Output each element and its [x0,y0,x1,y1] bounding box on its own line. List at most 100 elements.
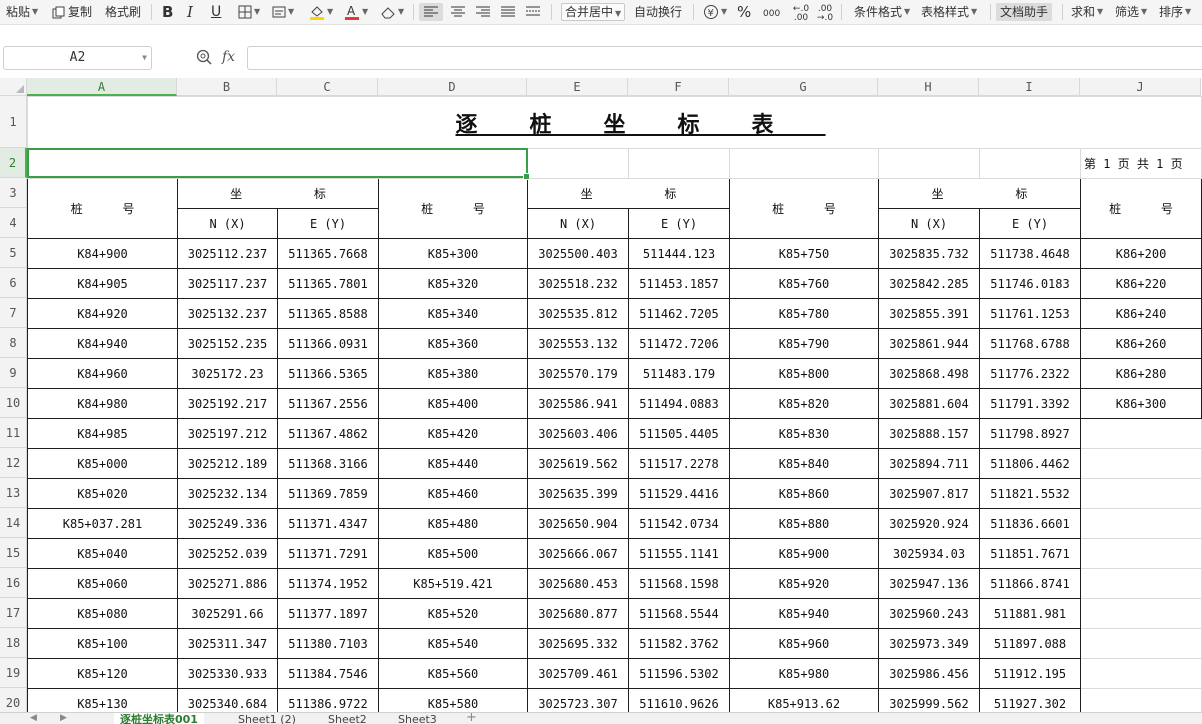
table-cell[interactable]: 511483.179 [628,358,730,389]
table-cell[interactable]: 511821.5532 [979,478,1081,509]
header-nx[interactable]: N (X) [527,208,629,239]
table-cell[interactable]: 511367.2556 [277,388,379,419]
copy-button[interactable]: 复制 [52,3,92,21]
table-cell[interactable]: K85+960 [729,628,879,659]
table-cell[interactable] [1079,568,1202,599]
percent-icon[interactable]: % [737,3,751,21]
decrease-decimal-icon[interactable]: .00 →.0 [813,5,837,23]
table-cell[interactable]: 3025570.179 [527,358,629,389]
page-info[interactable]: 第 1 页 共 1 页 [1079,148,1202,179]
table-cell[interactable] [1079,478,1202,509]
table-cell[interactable]: 511798.8927 [979,418,1081,449]
paste-button[interactable]: 粘贴 ▼ [6,3,38,21]
table-cell[interactable]: 511505.4405 [628,418,730,449]
table-cell[interactable]: K85+037.281 [27,508,178,539]
table-cell[interactable]: 511746.0183 [979,268,1081,299]
cell-A2[interactable] [27,148,528,179]
sheet-title[interactable]: 逐桩坐标表 [26,96,1202,149]
table-cell[interactable]: 511582.3762 [628,628,730,659]
column-header[interactable]: I [979,78,1080,96]
align-right-button[interactable] [475,3,491,21]
table-cell[interactable] [1079,598,1202,629]
column-header[interactable]: B [177,78,277,96]
table-cell[interactable]: 3025835.732 [878,238,980,269]
add-sheet-icon[interactable]: + [466,713,477,724]
table-cell[interactable] [1079,658,1202,689]
table-cell[interactable]: K85+100 [27,628,178,659]
table-cell[interactable]: 3025619.562 [527,448,629,479]
table-cell[interactable]: K85+580 [378,688,528,712]
table-cell[interactable]: K84+940 [27,328,178,359]
table-cell[interactable]: K85+080 [27,598,178,629]
table-cell[interactable]: 3025132.237 [177,298,278,329]
table-cell[interactable]: 511386.9722 [277,688,379,712]
row-header[interactable]: 17 [0,598,27,628]
italic-icon[interactable]: I [187,3,193,21]
table-cell[interactable]: 511881.981 [979,598,1081,629]
row-header[interactable]: 15 [0,538,27,568]
table-cell[interactable]: 3025311.347 [177,628,278,659]
table-cell[interactable]: 3025723.307 [527,688,629,712]
table-cell[interactable]: K86+200 [1079,238,1202,269]
table-cell[interactable]: 511472.7206 [628,328,730,359]
column-header[interactable]: E [527,78,628,96]
header-ey[interactable]: E (Y) [628,208,730,239]
thousands-separator-icon[interactable]: 000 [763,5,780,23]
conditional-format-button[interactable]: 条件格式 ▼ [854,3,910,21]
table-cell[interactable]: 511866.8741 [979,568,1081,599]
cell-E2[interactable] [527,148,629,179]
header-station[interactable]: 桩 号 [378,178,528,239]
table-cell[interactable]: 3025986.456 [878,658,980,689]
column-header[interactable]: J [1080,78,1201,96]
table-cell[interactable]: 3025112.237 [177,238,278,269]
row-header[interactable]: 2 [0,148,27,178]
table-cell[interactable]: 511791.3392 [979,388,1081,419]
table-cell[interactable]: 3025603.406 [527,418,629,449]
table-cell[interactable]: 511367.4862 [277,418,379,449]
table-cell[interactable] [1079,508,1202,539]
table-cell[interactable]: 511453.1857 [628,268,730,299]
table-cell[interactable]: 511366.5365 [277,358,379,389]
table-cell[interactable]: 3025894.711 [878,448,980,479]
table-cell[interactable]: 3025500.403 [527,238,629,269]
table-cell[interactable] [1079,448,1202,479]
formula-input[interactable] [247,46,1202,70]
table-cell[interactable]: 511529.4416 [628,478,730,509]
table-cell[interactable]: 511368.3166 [277,448,379,479]
header-coordinate[interactable]: 坐 标 [527,178,730,209]
align-center-button[interactable] [450,3,466,21]
row-header[interactable]: 11 [0,418,27,448]
table-cell[interactable]: K85+519.421 [378,568,528,599]
table-cell[interactable]: K85+760 [729,268,879,299]
table-cell[interactable]: 511371.4347 [277,508,379,539]
table-cell[interactable]: 3025934.03 [878,538,980,569]
cell-I2[interactable] [979,148,1081,179]
merge-center-button[interactable]: 合并居中 ▼ [561,3,626,21]
row-header[interactable]: 14 [0,508,27,538]
table-cell[interactable]: K85+790 [729,328,879,359]
header-station[interactable]: 桩 号 [27,178,178,239]
table-cell[interactable]: 511568.5544 [628,598,730,629]
table-cell[interactable]: K84+905 [27,268,178,299]
table-cell[interactable]: 511444.123 [628,238,730,269]
table-cell[interactable]: K85+560 [378,658,528,689]
table-cell[interactable]: 511912.195 [979,658,1081,689]
table-cell[interactable]: K85+360 [378,328,528,359]
header-station[interactable]: 桩 号 [729,178,879,239]
table-cell[interactable]: K85+060 [27,568,178,599]
table-cell[interactable]: 3025330.933 [177,658,278,689]
table-cell[interactable]: K85+120 [27,658,178,689]
table-cell[interactable]: 511776.2322 [979,358,1081,389]
header-ey[interactable]: E (Y) [979,208,1081,239]
underline-icon[interactable]: U [211,3,221,21]
table-cell[interactable]: K85+800 [729,358,879,389]
table-cell[interactable]: 511374.1952 [277,568,379,599]
tab-next-icon[interactable]: ▶ [60,713,67,723]
distributed-button[interactable] [525,3,541,21]
header-ey[interactable]: E (Y) [277,208,379,239]
table-cell[interactable]: K85+900 [729,538,879,569]
table-cell[interactable]: K85+940 [729,598,879,629]
table-cell[interactable]: 3025518.232 [527,268,629,299]
header-nx[interactable]: N (X) [878,208,980,239]
row-header[interactable]: 7 [0,298,27,328]
